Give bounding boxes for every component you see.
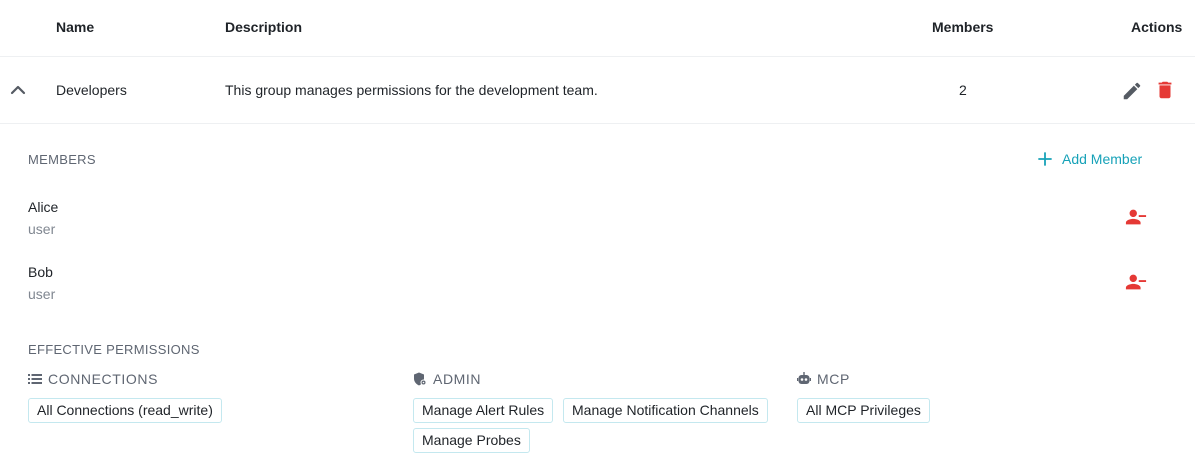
permission-chip: All MCP Privileges <box>797 398 930 423</box>
pencil-icon <box>1123 82 1141 100</box>
group-description: This group manages permissions for the d… <box>225 82 598 98</box>
table-row: Developers This group manages permission… <box>0 57 1195 124</box>
column-header-description: Description <box>225 19 303 35</box>
category-label-connections: CONNECTIONS <box>48 371 159 387</box>
permission-chip: Manage Notification Channels <box>563 398 768 423</box>
column-header-name: Name <box>56 19 95 35</box>
category-admin: ADMIN <box>413 371 481 387</box>
column-header-members: Members <box>932 19 994 35</box>
list-icon <box>28 374 42 384</box>
category-mcp: MCP <box>797 371 850 387</box>
column-header-actions: Actions <box>1131 19 1183 35</box>
member-name-bob: Bob <box>28 264 53 280</box>
user-remove-icon <box>1125 209 1147 225</box>
category-connections: CONNECTIONS <box>28 371 158 387</box>
edit-button[interactable] <box>1121 80 1143 102</box>
permission-chip: Manage Probes <box>413 428 530 453</box>
member-role-alice: user <box>28 221 56 237</box>
category-label-admin: ADMIN <box>433 371 482 387</box>
group-member-count: 2 <box>959 82 967 98</box>
member-name-alice: Alice <box>28 199 59 215</box>
permission-chip: All Connections (read_write) <box>28 398 222 423</box>
remove-member-button-bob[interactable] <box>1125 271 1147 293</box>
robot-icon <box>797 372 811 384</box>
add-member-label: Add Member <box>1062 151 1143 167</box>
user-remove-icon <box>1125 274 1147 290</box>
remove-member-button-alice[interactable] <box>1125 206 1147 228</box>
shield-gear-icon <box>414 372 427 386</box>
members-section-title: MEMBERS <box>28 152 96 167</box>
member-role-bob: user <box>28 286 56 302</box>
add-member-button[interactable]: Add Member <box>1038 150 1142 168</box>
permissions-section-title: EFFECTIVE PERMISSIONS <box>28 342 200 357</box>
category-label-mcp: MCP <box>817 371 850 387</box>
plus-icon <box>1038 152 1052 166</box>
group-name: Developers <box>56 82 127 98</box>
trash-icon <box>1158 81 1172 99</box>
delete-button[interactable] <box>1154 79 1176 101</box>
table-header: Name Description Members Actions <box>0 0 1195 57</box>
chevron-up-icon[interactable] <box>9 81 27 99</box>
permission-chip: Manage Alert Rules <box>413 398 554 423</box>
